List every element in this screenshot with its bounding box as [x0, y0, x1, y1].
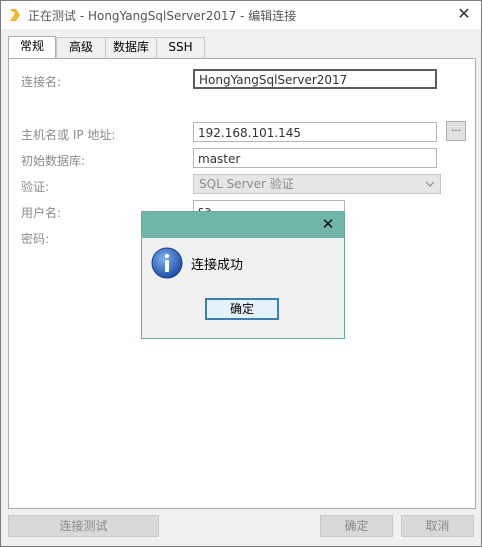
tab-general[interactable]: 常规 [8, 36, 56, 59]
info-icon [151, 247, 183, 279]
edit-connection-window: 正在测试 - HongYangSqlServer2017 - 编辑连接 ✕ 常规… [0, 0, 482, 547]
username-label: 用户名: [21, 206, 62, 220]
tab-advanced[interactable]: 高级 [56, 37, 106, 58]
authentication-value: SQL Server 验证 [199, 177, 294, 191]
tab-databases[interactable]: 数据库 [105, 37, 157, 58]
title-bar: 正在测试 - HongYangSqlServer2017 - 编辑连接 ✕ [1, 1, 481, 29]
authentication-select[interactable]: SQL Server 验证 [193, 174, 441, 194]
connection-name-input[interactable]: HongYangSqlServer2017 [193, 69, 437, 89]
authentication-label: 验证: [21, 180, 50, 194]
window-close-icon[interactable]: ✕ [455, 5, 473, 23]
dialog-close-icon[interactable]: ✕ [320, 216, 336, 232]
host-browse-button[interactable]: ... [446, 121, 466, 141]
connection-name-label: 连接名: [21, 75, 62, 89]
chevron-down-icon [425, 181, 435, 187]
cancel-button[interactable]: 取消 [401, 515, 474, 537]
dialog-title-bar: ✕ [142, 212, 344, 238]
initial-database-label: 初始数据库: [21, 154, 86, 168]
tab-ssh[interactable]: SSH [156, 37, 205, 58]
navicat-app-icon [10, 9, 20, 21]
ok-button[interactable]: 确定 [320, 515, 393, 537]
initial-database-input[interactable]: master [193, 148, 437, 168]
password-label: 密码: [21, 232, 50, 246]
test-connection-button[interactable]: 连接测试 [8, 515, 159, 537]
window-title: 正在测试 - HongYangSqlServer2017 - 编辑连接 [28, 9, 297, 23]
dialog-message: 连接成功 [191, 258, 244, 273]
connection-success-dialog: ✕ 连接成功 确定 [141, 211, 345, 339]
host-input[interactable]: 192.168.101.145 [193, 122, 437, 142]
host-label: 主机名或 IP 地址: [21, 128, 116, 142]
dialog-ok-button[interactable]: 确定 [205, 298, 279, 320]
